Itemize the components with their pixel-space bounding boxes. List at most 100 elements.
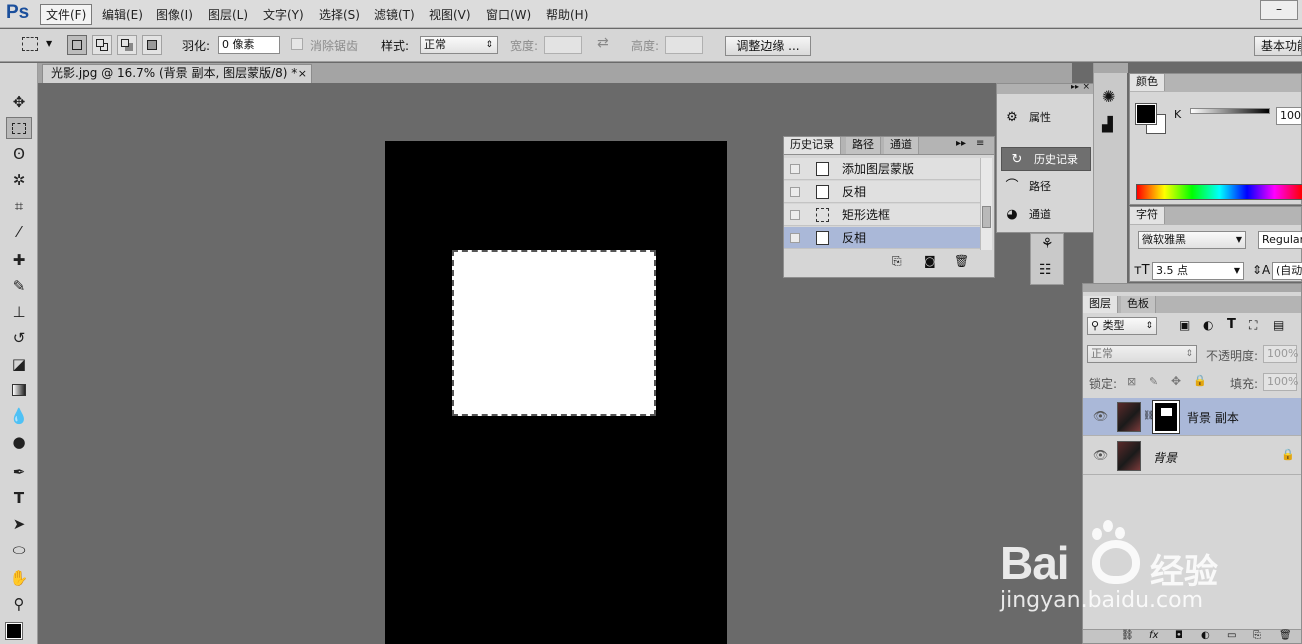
k-slider[interactable] xyxy=(1190,108,1270,114)
filter-type-icon[interactable]: T xyxy=(1227,317,1236,332)
lock-pixels-icon[interactable]: ✎ xyxy=(1149,375,1158,388)
add-selection-button[interactable] xyxy=(92,35,112,55)
lock-position-icon[interactable]: ✥ xyxy=(1171,374,1181,388)
brush-tool-icon[interactable]: ✎ xyxy=(6,275,32,297)
dodge-tool-icon[interactable]: ● xyxy=(6,431,32,453)
fill-input[interactable]: 100% xyxy=(1263,373,1298,391)
ellipse-tool-icon[interactable]: ⬭ xyxy=(6,539,32,561)
history-item[interactable]: 矩形选框 xyxy=(784,204,980,226)
eyedropper-tool-icon[interactable]: ⁄ xyxy=(6,221,32,243)
subtract-selection-button[interactable] xyxy=(117,35,137,55)
width-input[interactable] xyxy=(544,36,582,54)
minimize-button[interactable]: – xyxy=(1260,0,1298,20)
filter-shape-icon[interactable]: ⛶ xyxy=(1249,318,1257,333)
filter-smart-icon[interactable]: ▤ xyxy=(1273,318,1284,332)
histogram-icon[interactable]: ▟ xyxy=(1102,117,1113,133)
tab-character[interactable]: 字符 xyxy=(1130,207,1165,224)
expand-icon[interactable]: ▸▸ xyxy=(956,138,966,149)
group-icon[interactable]: ▭ xyxy=(1227,630,1236,641)
font-style-select[interactable]: Regular xyxy=(1258,231,1302,249)
history-item[interactable]: 添加图层蒙版 xyxy=(784,158,980,180)
brush-preset-icon[interactable]: ⚘ xyxy=(1041,236,1054,252)
visibility-eye-icon[interactable]: 👁 xyxy=(1093,409,1108,423)
adjustment-layer-icon[interactable]: ◐ xyxy=(1201,630,1210,641)
panel-menu-icon[interactable]: ≡ xyxy=(976,138,984,149)
close-icon[interactable]: × xyxy=(1082,82,1090,92)
tab-history[interactable]: 历史记录 xyxy=(784,137,841,154)
style-select[interactable]: 正常 ⇕ xyxy=(420,36,498,54)
close-icon[interactable]: × xyxy=(298,65,307,82)
new-document-icon[interactable]: ⎘ xyxy=(892,254,902,269)
menu-select[interactable]: 选择(S) xyxy=(319,6,360,23)
path-selection-tool-icon[interactable]: ➤ xyxy=(6,513,32,535)
menu-file[interactable]: 文件(F) xyxy=(40,4,93,25)
navigator-icon[interactable]: ✺ xyxy=(1102,87,1115,106)
font-size-select[interactable]: 3.5 点 ▼ xyxy=(1152,262,1244,280)
new-selection-button[interactable] xyxy=(67,35,87,55)
intersect-selection-button[interactable] xyxy=(142,35,162,55)
workspace-button[interactable]: 基本功能 xyxy=(1254,36,1302,56)
tab-paths[interactable]: 路径 xyxy=(846,137,881,154)
menu-window[interactable]: 窗口(W) xyxy=(486,6,531,23)
tab-swatches[interactable]: 色板 xyxy=(1121,296,1156,313)
layer-filter-select[interactable]: ⚲ 类型 ⇕ xyxy=(1087,317,1157,335)
menu-view[interactable]: 视图(V) xyxy=(429,6,471,23)
antialias-checkbox[interactable] xyxy=(291,38,303,50)
layer-row[interactable]: 👁 ⛓ 背景 副本 xyxy=(1083,398,1301,436)
menu-filter[interactable]: 滤镜(T) xyxy=(374,6,415,23)
refine-edge-button[interactable]: 调整边缘 ... xyxy=(725,36,811,56)
crop-tool-icon[interactable]: ⌗ xyxy=(6,195,32,217)
visibility-eye-icon[interactable]: 👁 xyxy=(1093,448,1108,462)
healing-brush-tool-icon[interactable]: ✚ xyxy=(6,249,32,271)
menu-layer[interactable]: 图层(L) xyxy=(208,6,248,23)
height-input[interactable] xyxy=(665,36,703,54)
filter-pixel-icon[interactable]: ▣ xyxy=(1179,318,1190,332)
opacity-input[interactable]: 100% xyxy=(1263,345,1298,363)
menu-type[interactable]: 文字(Y) xyxy=(263,6,304,23)
link-layers-icon[interactable]: ⛓ xyxy=(1121,630,1134,641)
adjust-sliders-icon[interactable]: ☷ xyxy=(1039,262,1052,278)
move-tool-icon[interactable]: ✥ xyxy=(6,91,32,113)
new-layer-icon[interactable]: ⎘ xyxy=(1253,630,1261,641)
layer-row[interactable]: 👁 背景 🔒 xyxy=(1083,437,1301,475)
fx-icon[interactable]: fx xyxy=(1149,630,1158,641)
zoom-tool-icon[interactable]: ⚲ xyxy=(6,593,32,615)
dock-item-properties[interactable]: ⚙ 属性 xyxy=(997,106,1087,130)
add-mask-icon[interactable]: ◘ xyxy=(1175,630,1183,641)
filter-adjustment-icon[interactable]: ◐ xyxy=(1203,318,1213,332)
type-tool-icon[interactable]: T xyxy=(6,487,32,509)
history-scrollbar[interactable] xyxy=(980,158,992,250)
chevron-down-icon[interactable]: ▼ xyxy=(46,39,52,48)
document-tab[interactable]: 光影.jpg @ 16.7% (背景 副本, 图层蒙版/8) * × xyxy=(42,64,312,83)
tab-channels[interactable]: 通道 xyxy=(884,137,919,154)
history-item[interactable]: 反相 xyxy=(784,227,980,249)
pen-tool-icon[interactable]: ✒ xyxy=(6,461,32,483)
trash-icon[interactable]: 🗑 xyxy=(1279,630,1292,641)
lock-all-icon[interactable]: 🔒 xyxy=(1193,374,1207,387)
k-value-input[interactable]: 100 xyxy=(1276,107,1302,125)
font-family-select[interactable]: 微软雅黑 ▼ xyxy=(1138,231,1246,249)
camera-icon[interactable]: ◙ xyxy=(924,254,936,268)
hand-tool-icon[interactable]: ✋ xyxy=(6,567,32,589)
foreground-color-swatch[interactable] xyxy=(1135,103,1157,125)
marquee-preset-icon[interactable] xyxy=(22,37,38,51)
blur-tool-icon[interactable]: 💧 xyxy=(6,405,32,427)
foreground-color-swatch[interactable] xyxy=(5,622,23,640)
dock-item-channels[interactable]: ◕ 通道 xyxy=(997,203,1087,227)
dock-item-history[interactable]: ↻ 历史记录 xyxy=(1001,147,1091,171)
collapse-icon[interactable]: ▸▸ xyxy=(1071,82,1079,91)
trash-icon[interactable]: 🗑 xyxy=(954,254,969,268)
menu-image[interactable]: 图像(I) xyxy=(156,6,193,23)
tab-layers[interactable]: 图层 xyxy=(1083,296,1118,313)
marquee-tool-icon[interactable] xyxy=(6,117,32,139)
color-spectrum-bar[interactable] xyxy=(1136,184,1302,200)
history-item[interactable]: 反相 xyxy=(784,181,980,203)
dock-item-paths[interactable]: ⌒ 路径 xyxy=(997,175,1087,199)
feather-input[interactable]: 0 像素 xyxy=(218,36,280,54)
magic-wand-tool-icon[interactable]: ✲ xyxy=(6,169,32,191)
history-brush-tool-icon[interactable]: ↺ xyxy=(6,327,32,349)
gradient-tool-icon[interactable] xyxy=(6,379,32,401)
layer-mask-thumbnail[interactable] xyxy=(1152,400,1180,434)
lasso-tool-icon[interactable]: ʘ xyxy=(6,143,32,165)
leading-select[interactable]: (自动 xyxy=(1272,262,1302,280)
